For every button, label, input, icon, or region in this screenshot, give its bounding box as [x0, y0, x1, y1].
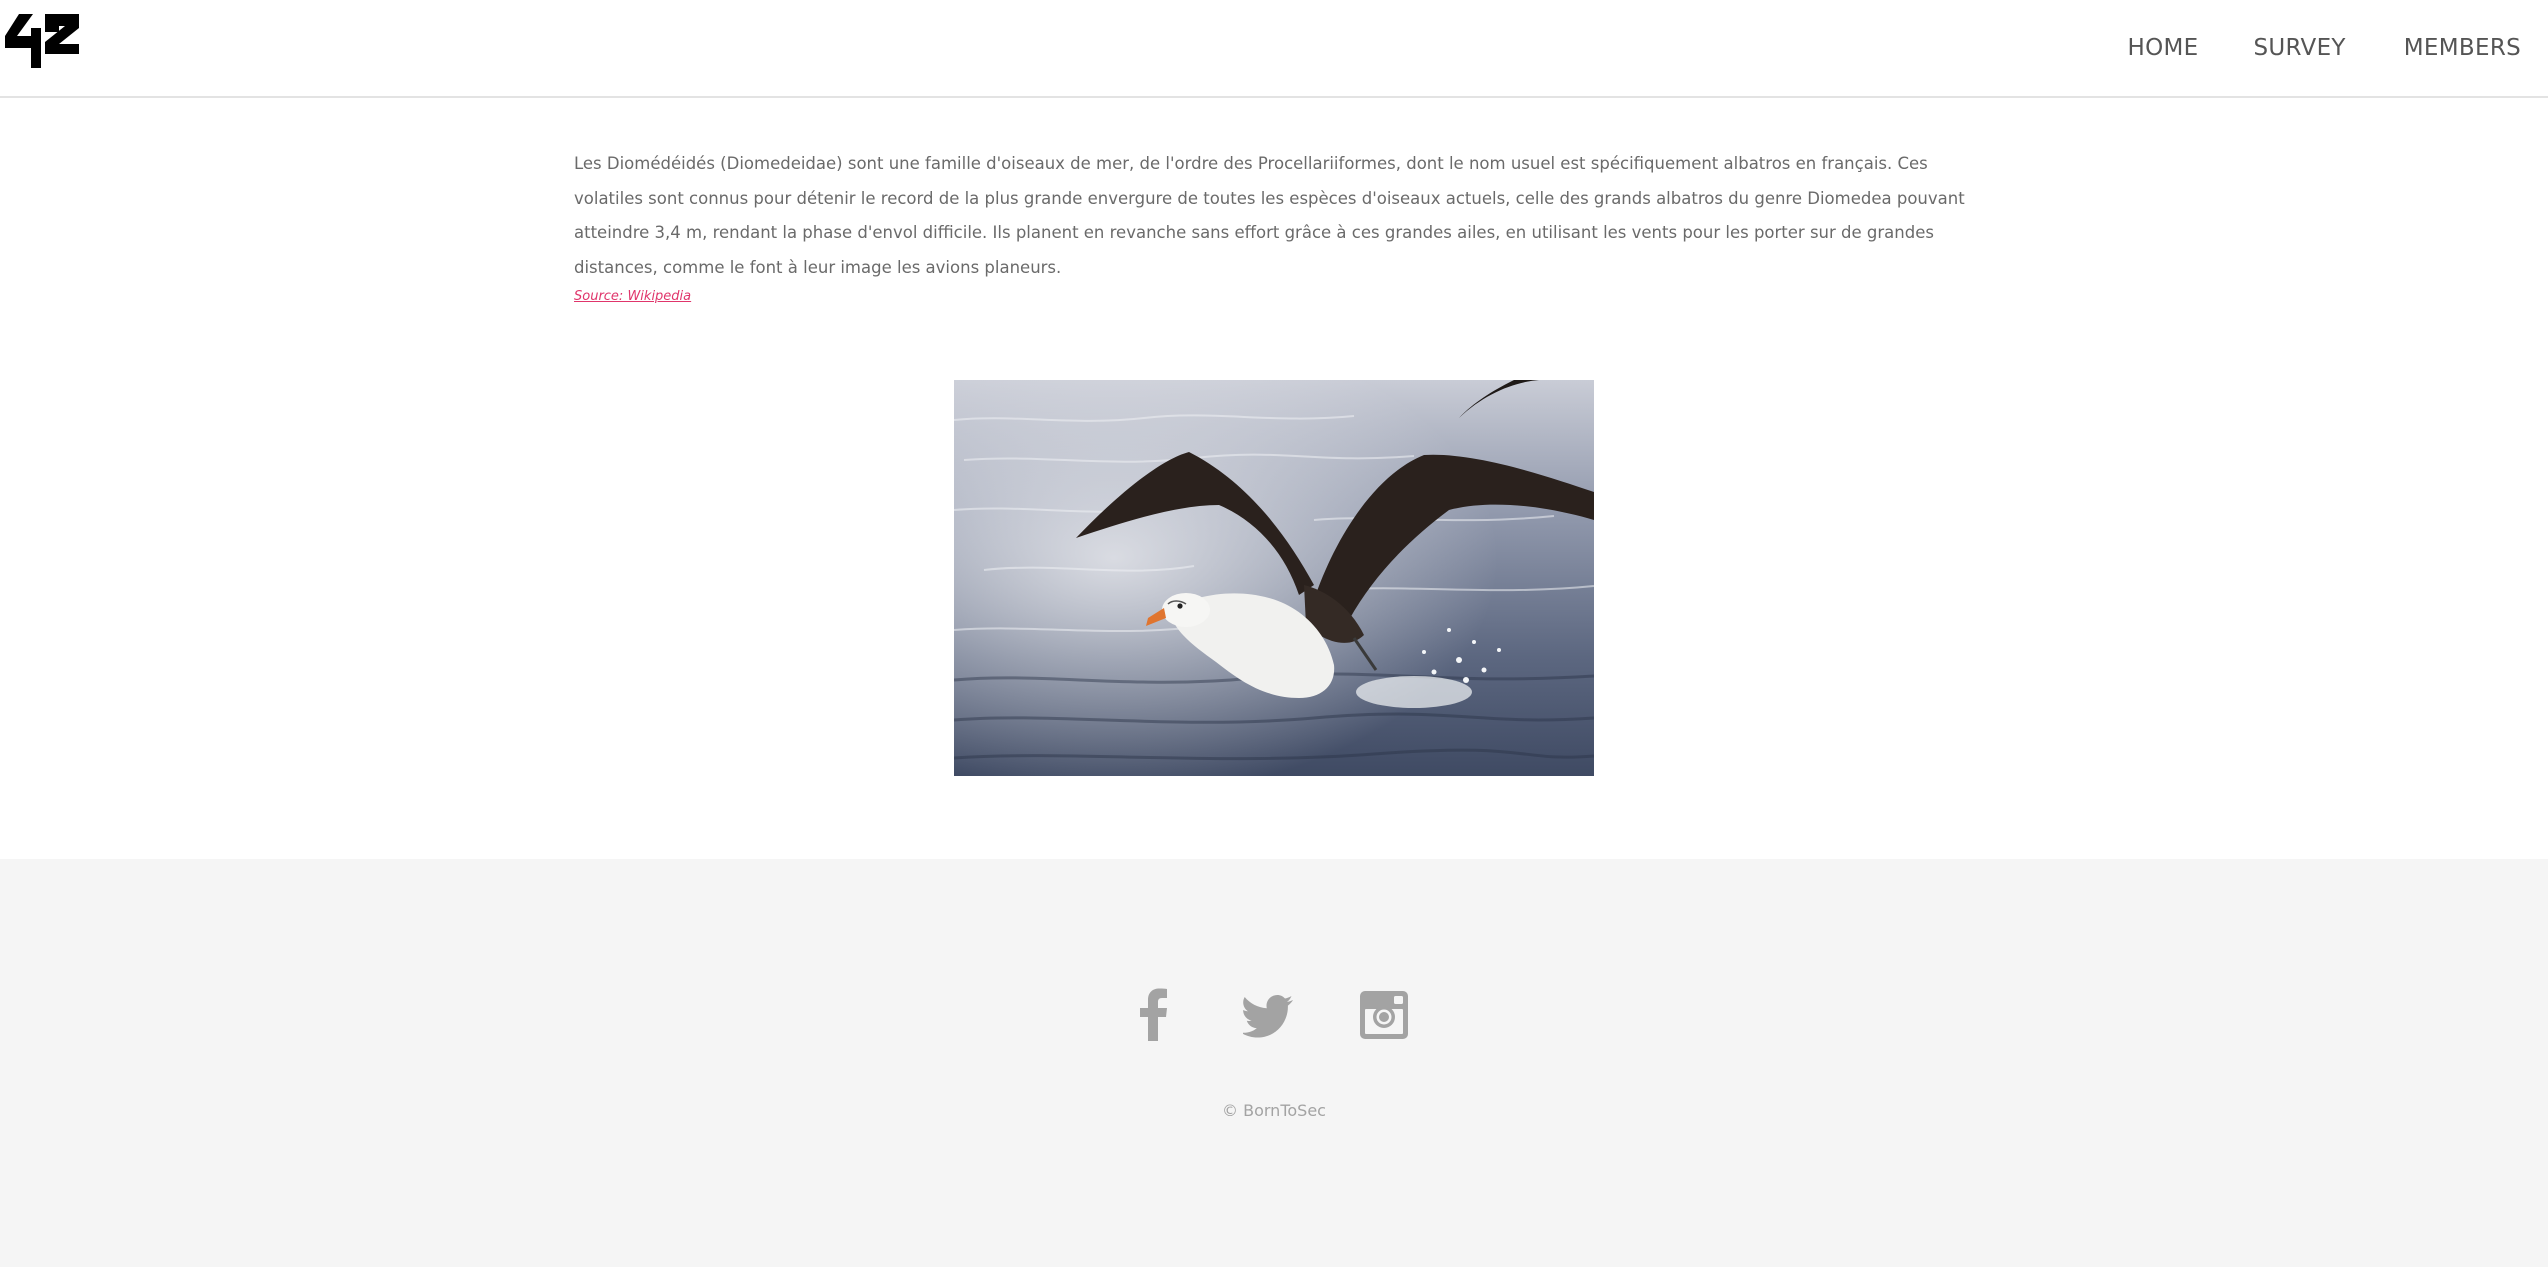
nav-home-link[interactable]: HOME — [2128, 35, 2199, 61]
twitter-icon[interactable] — [1243, 993, 1293, 1039]
copyright-text: © BornToSec — [1222, 1101, 1326, 1120]
nav-members-link[interactable]: MEMBERS — [2404, 35, 2521, 61]
source-wikipedia-link[interactable]: Source: Wikipedia — [574, 289, 691, 304]
social-links — [1126, 987, 1426, 1045]
albatross-photo — [954, 380, 1594, 776]
nav-survey-link[interactable]: SURVEY — [2254, 35, 2346, 61]
site-header: HOME SURVEY MEMBERS — [0, 0, 2548, 98]
instagram-icon[interactable] — [1360, 991, 1408, 1039]
facebook-icon[interactable] — [1138, 987, 1168, 1041]
site-footer: © BornToSec — [0, 859, 2548, 1267]
main-nav: HOME SURVEY MEMBERS — [2128, 0, 2548, 96]
logo-42-icon[interactable] — [3, 14, 79, 68]
main-content: Les Diomédéidés (Diomedeidae) sont une f… — [0, 98, 2548, 859]
intro-paragraph: Les Diomédéidés (Diomedeidae) sont une f… — [574, 154, 1965, 277]
